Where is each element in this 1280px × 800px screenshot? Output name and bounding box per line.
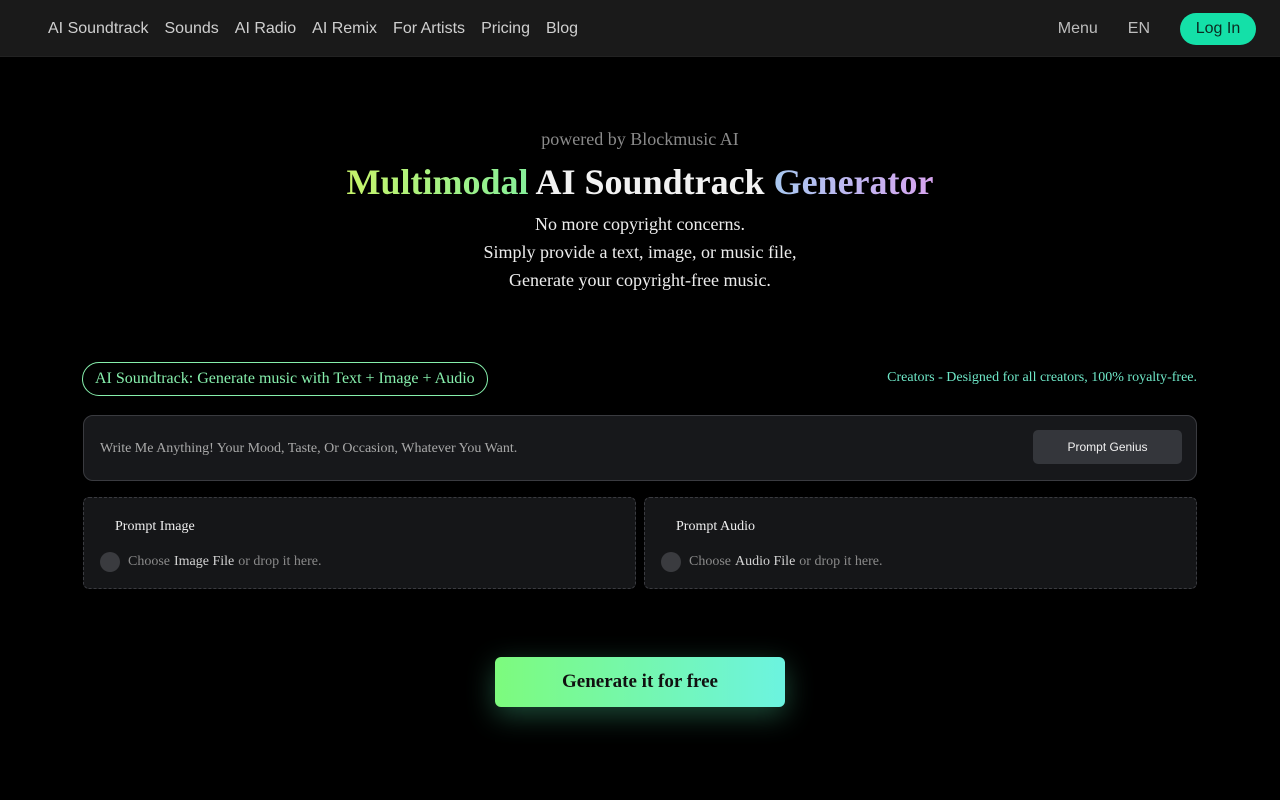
audio-choose-text: Choose xyxy=(689,554,731,569)
page-title: Multimodal AI Soundtrack Generator xyxy=(0,160,1280,204)
nav-ai-radio[interactable]: AI Radio xyxy=(235,20,296,38)
prompt-genius-button[interactable]: Prompt Genius xyxy=(1033,430,1182,464)
nav-pricing[interactable]: Pricing xyxy=(481,20,530,38)
top-navbar: AI Soundtrack Sounds AI Radio AI Remix F… xyxy=(0,0,1280,57)
title-multimodal: Multimodal xyxy=(346,162,529,202)
title-ai-soundtrack: AI Soundtrack xyxy=(528,162,774,202)
audio-drop-hint: or drop it here. xyxy=(799,554,883,569)
subtitle-line-3: Generate your copyright-free music. xyxy=(509,270,771,290)
audio-upload-row: Choose Audio File or drop it here. xyxy=(661,551,882,573)
title-generator: Generator xyxy=(773,162,934,202)
image-upload-row: Choose Image File or drop it here. xyxy=(100,551,321,573)
audio-upload-icon xyxy=(661,552,681,572)
nav-blog[interactable]: Blog xyxy=(546,20,578,38)
prompt-container: Prompt Genius xyxy=(83,415,1197,482)
nav-right-group: Menu EN Log In xyxy=(1058,0,1256,57)
image-drop-hint: or drop it here. xyxy=(238,554,322,569)
prompt-input[interactable] xyxy=(98,416,1002,482)
menu-link[interactable]: Menu xyxy=(1058,20,1098,38)
mode-label-pill: AI Soundtrack: Generate music with Text … xyxy=(82,362,488,396)
subtitle-line-2: Simply provide a text, image, or music f… xyxy=(483,242,797,262)
generate-button[interactable]: Generate it for free xyxy=(495,657,785,707)
main-nav: AI Soundtrack Sounds AI Radio AI Remix F… xyxy=(48,0,594,57)
nav-for-artists[interactable]: For Artists xyxy=(393,20,465,38)
image-upload-title: Prompt Image xyxy=(115,519,195,534)
nav-ai-soundtrack[interactable]: AI Soundtrack xyxy=(48,20,149,38)
image-upload-zone[interactable]: Prompt Image Choose Image File or drop i… xyxy=(83,497,636,589)
image-file-link[interactable]: Image File xyxy=(174,554,234,570)
audio-upload-zone[interactable]: Prompt Audio Choose Audio File or drop i… xyxy=(644,497,1197,589)
audio-upload-title: Prompt Audio xyxy=(676,519,755,534)
language-selector[interactable]: EN xyxy=(1128,20,1150,38)
nav-sounds[interactable]: Sounds xyxy=(165,20,219,38)
subtitle-line-1: No more copyright concerns. xyxy=(535,214,745,234)
audio-file-link[interactable]: Audio File xyxy=(735,554,795,570)
login-button[interactable]: Log In xyxy=(1180,12,1256,45)
image-upload-icon xyxy=(100,552,120,572)
powered-by-text: powered by Blockmusic AI xyxy=(541,129,739,149)
image-choose-text: Choose xyxy=(128,554,170,569)
creators-note: Creators - Designed for all creators, 10… xyxy=(887,370,1197,385)
nav-ai-remix[interactable]: AI Remix xyxy=(312,20,377,38)
